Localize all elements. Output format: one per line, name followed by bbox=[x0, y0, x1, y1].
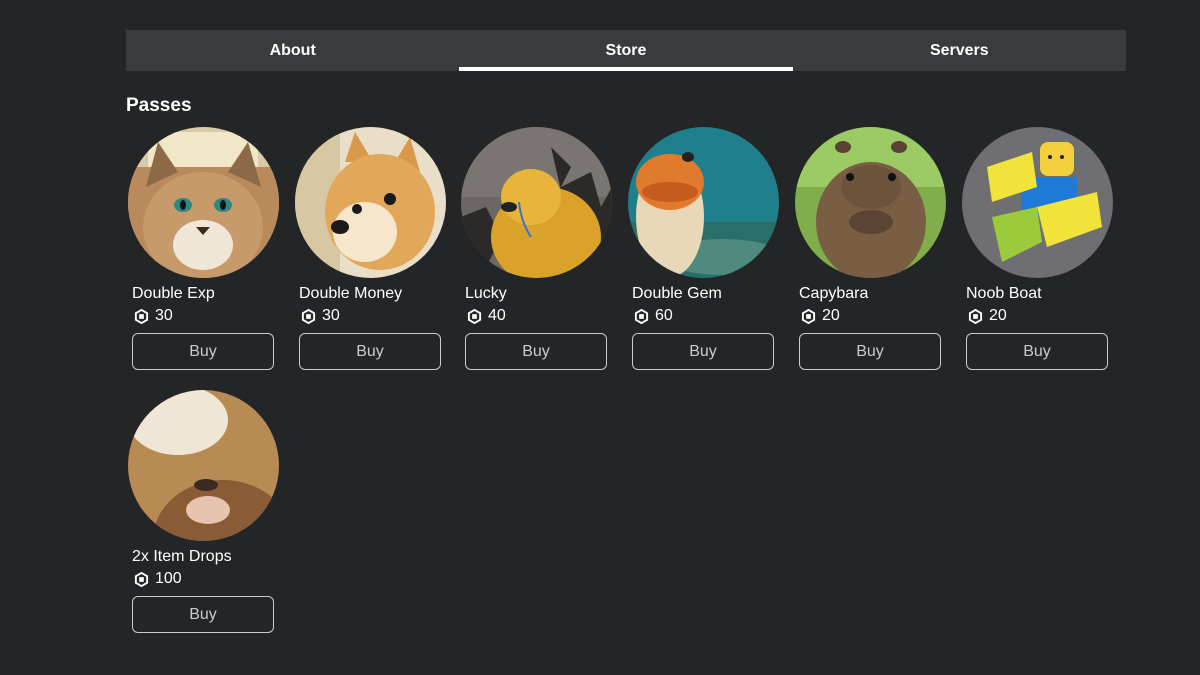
pass-price: 100 bbox=[134, 570, 182, 588]
pass-price-value: 30 bbox=[322, 307, 340, 324]
pass-image[interactable] bbox=[795, 127, 946, 278]
pass-price-value: 40 bbox=[488, 307, 506, 324]
buy-button[interactable]: Buy bbox=[132, 596, 274, 633]
pass-card: 2x Item Drops 100 Buy bbox=[126, 390, 286, 640]
pass-card: Lucky 40 Buy bbox=[459, 127, 619, 377]
pass-image[interactable] bbox=[628, 127, 779, 278]
pass-name: Capybara bbox=[799, 285, 869, 302]
pass-image[interactable] bbox=[128, 390, 279, 541]
robux-icon bbox=[134, 308, 149, 324]
pass-price: 30 bbox=[134, 307, 173, 325]
buy-button[interactable]: Buy bbox=[799, 333, 941, 370]
pass-card: Double Exp 30 Buy bbox=[126, 127, 286, 377]
pass-price: 60 bbox=[634, 307, 673, 325]
pass-price: 20 bbox=[968, 307, 1007, 325]
pass-name: Noob Boat bbox=[966, 285, 1042, 302]
pass-card: Capybara 20 Buy bbox=[793, 127, 953, 377]
pass-name: Double Gem bbox=[632, 285, 722, 302]
buy-button[interactable]: Buy bbox=[465, 333, 607, 370]
buy-button[interactable]: Buy bbox=[966, 333, 1108, 370]
buy-button[interactable]: Buy bbox=[299, 333, 441, 370]
pass-price: 40 bbox=[467, 307, 506, 325]
pass-price: 20 bbox=[801, 307, 840, 325]
robux-icon bbox=[634, 308, 649, 324]
robux-icon bbox=[801, 308, 816, 324]
robux-icon bbox=[968, 308, 983, 324]
pass-image[interactable] bbox=[962, 127, 1113, 278]
pass-price-value: 20 bbox=[989, 307, 1007, 324]
robux-icon bbox=[134, 571, 149, 587]
pass-price: 30 bbox=[301, 307, 340, 325]
robux-icon bbox=[301, 308, 316, 324]
pass-price-value: 100 bbox=[155, 570, 182, 587]
tab-servers[interactable]: Servers bbox=[793, 30, 1126, 71]
buy-button[interactable]: Buy bbox=[632, 333, 774, 370]
store-page: About Store Servers Passes Double Exp 30… bbox=[0, 0, 1200, 675]
pass-card: Noob Boat 20 Buy bbox=[960, 127, 1120, 377]
pass-card: Double Gem 60 Buy bbox=[626, 127, 786, 377]
pass-price-value: 30 bbox=[155, 307, 173, 324]
tab-bar: About Store Servers bbox=[126, 30, 1126, 71]
tab-store[interactable]: Store bbox=[459, 30, 793, 71]
pass-image[interactable] bbox=[461, 127, 612, 278]
robux-icon bbox=[467, 308, 482, 324]
pass-card: Double Money 30 Buy bbox=[293, 127, 453, 377]
pass-price-value: 20 bbox=[822, 307, 840, 324]
pass-name: Double Money bbox=[299, 285, 403, 302]
buy-button[interactable]: Buy bbox=[132, 333, 274, 370]
pass-price-value: 60 bbox=[655, 307, 673, 324]
pass-name: Lucky bbox=[465, 285, 507, 302]
pass-image[interactable] bbox=[128, 127, 279, 278]
pass-name: 2x Item Drops bbox=[132, 548, 232, 565]
pass-name: Double Exp bbox=[132, 285, 215, 302]
tab-about[interactable]: About bbox=[126, 30, 459, 71]
pass-image[interactable] bbox=[295, 127, 446, 278]
passes-heading: Passes bbox=[126, 95, 192, 116]
